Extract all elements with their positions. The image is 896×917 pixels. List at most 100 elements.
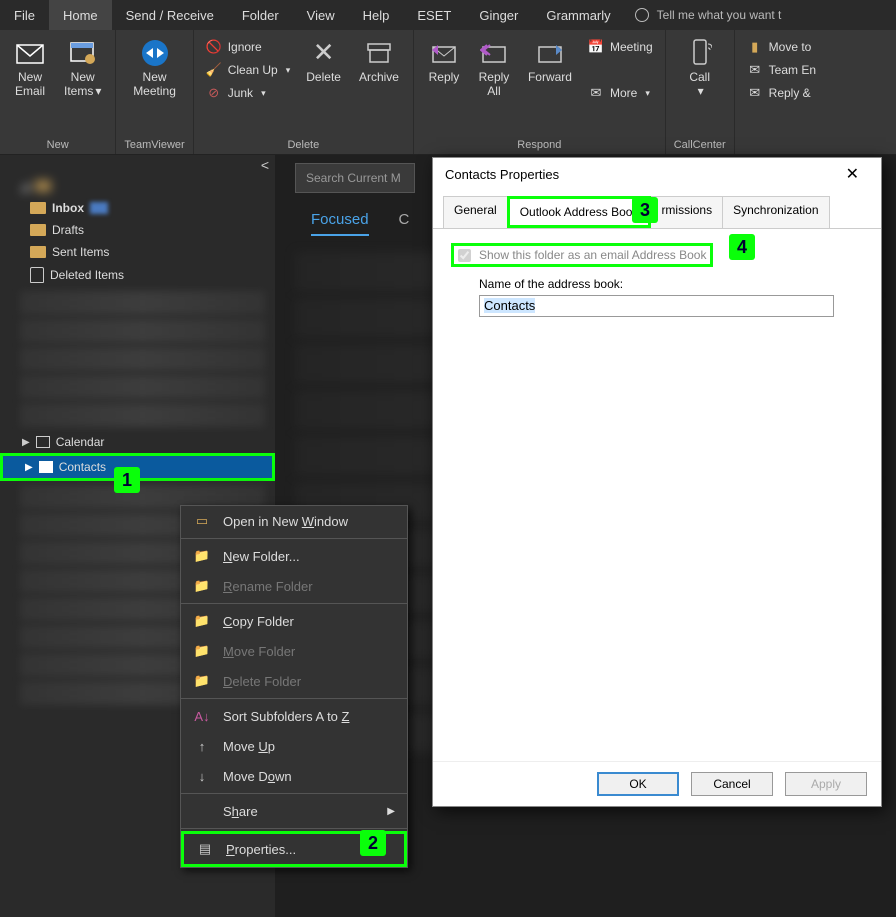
new-items-icon bbox=[67, 39, 99, 67]
tab-help[interactable]: Help bbox=[349, 0, 404, 30]
copy-icon: 📁 bbox=[193, 613, 211, 629]
call-button[interactable]: Call▾ bbox=[678, 35, 722, 103]
tab-ginger[interactable]: Ginger bbox=[465, 0, 532, 30]
menu-move-folder: 📁Move Folder bbox=[181, 636, 407, 666]
ignore-button[interactable]: 🚫Ignore bbox=[202, 37, 295, 57]
delete-folder-icon: 📁 bbox=[193, 673, 211, 689]
archive-button[interactable]: Archive bbox=[353, 35, 405, 88]
tab-focused[interactable]: Focused bbox=[311, 211, 369, 236]
menu-rename-folder: 📁Rename Folder bbox=[181, 571, 407, 601]
forward-button[interactable]: Forward bbox=[522, 35, 578, 88]
folder-deleted[interactable]: Deleted Items bbox=[0, 263, 275, 287]
menu-delete-folder: 📁Delete Folder bbox=[181, 666, 407, 696]
cancel-button[interactable]: Cancel bbox=[691, 772, 773, 796]
delete-button[interactable]: ✕ Delete bbox=[300, 35, 347, 88]
group-label-respond: Respond bbox=[517, 136, 561, 154]
delete-icon: ✕ bbox=[308, 39, 340, 67]
team-email-button[interactable]: ✉Team En bbox=[743, 60, 820, 80]
archive-icon bbox=[363, 39, 395, 67]
collapse-pane-icon[interactable]: < bbox=[261, 157, 269, 173]
move-to-button[interactable]: ▮Move to bbox=[743, 37, 820, 57]
reply-button[interactable]: Reply bbox=[422, 35, 466, 88]
properties-icon: ▤ bbox=[196, 841, 214, 857]
show-as-address-book-checkbox[interactable]: Show this folder as an email Address Boo… bbox=[451, 243, 713, 267]
junk-button[interactable]: ⊘Junk▾ bbox=[202, 83, 295, 103]
ribbon-group-new: New Email New Items▾ New bbox=[0, 30, 116, 154]
menu-open-new-window[interactable]: ▭Open in New Window bbox=[181, 506, 407, 536]
dialog-tab-outlook-address-book[interactable]: Outlook Address Book bbox=[507, 196, 652, 228]
group-label-teamviewer: TeamViewer bbox=[124, 136, 184, 154]
annotation-badge-2: 2 bbox=[360, 830, 386, 856]
dialog-tab-general[interactable]: General bbox=[443, 196, 508, 228]
new-items-button[interactable]: New Items▾ bbox=[58, 35, 107, 103]
group-label-delete: Delete bbox=[287, 136, 319, 154]
account-header[interactable]: ◢ bbox=[0, 175, 275, 197]
meeting-button[interactable]: 📅Meeting bbox=[584, 37, 657, 57]
folder-calendar[interactable]: ▶Calendar bbox=[0, 431, 275, 453]
new-meeting-button[interactable]: New Meeting bbox=[127, 35, 182, 103]
envelope-icon bbox=[14, 39, 46, 67]
group-label-new: New bbox=[47, 136, 69, 154]
tab-send-receive[interactable]: Send / Receive bbox=[112, 0, 228, 30]
reply-all-button[interactable]: Reply All bbox=[472, 35, 516, 103]
calendar-icon bbox=[36, 436, 50, 448]
annotation-badge-3: 3 bbox=[632, 197, 658, 223]
ok-button[interactable]: OK bbox=[597, 772, 679, 796]
more-respond-button[interactable]: ✉More▾ bbox=[584, 83, 657, 103]
ribbon-group-callcenter: Call▾ CallCenter bbox=[666, 30, 735, 154]
tab-file[interactable]: File bbox=[0, 0, 49, 30]
checkbox-input[interactable] bbox=[458, 249, 471, 262]
folder-drafts[interactable]: Drafts bbox=[0, 219, 275, 241]
more-icon: ✉ bbox=[588, 85, 604, 101]
tell-me-search[interactable]: Tell me what you want t bbox=[635, 8, 782, 22]
folder-inbox[interactable]: Inbox bbox=[0, 197, 275, 219]
apply-button[interactable]: Apply bbox=[785, 772, 867, 796]
tab-eset[interactable]: ESET bbox=[403, 0, 465, 30]
reply-delete-button[interactable]: ✉Reply & bbox=[743, 83, 820, 103]
annotation-badge-1: 1 bbox=[114, 467, 140, 493]
tab-home[interactable]: Home bbox=[49, 0, 112, 30]
menu-new-folder[interactable]: 📁New Folder... bbox=[181, 541, 407, 571]
folder-sent[interactable]: Sent Items bbox=[0, 241, 275, 263]
lightbulb-icon bbox=[635, 8, 649, 22]
dialog-tab-synchronization[interactable]: Synchronization bbox=[722, 196, 829, 228]
menu-move-down[interactable]: ↓Move Down bbox=[181, 761, 407, 791]
forward-icon bbox=[534, 39, 566, 67]
reply-icon bbox=[428, 39, 460, 67]
ribbon-group-teamviewer: New Meeting TeamViewer bbox=[116, 30, 193, 154]
contacts-icon bbox=[39, 461, 53, 473]
menu-move-up[interactable]: ↑Move Up bbox=[181, 731, 407, 761]
group-label-callcenter: CallCenter bbox=[674, 136, 726, 154]
tell-me-label: Tell me what you want t bbox=[657, 8, 782, 22]
ribbon-group-move: ▮Move to ✉Team En ✉Reply & bbox=[735, 30, 828, 154]
search-input[interactable]: Search Current M bbox=[295, 163, 415, 193]
envelope-small-icon: ✉ bbox=[747, 62, 763, 78]
new-email-button[interactable]: New Email bbox=[8, 35, 52, 103]
meeting-icon: 📅 bbox=[588, 39, 604, 55]
ribbon: New Email New Items▾ New New Meeting Tea… bbox=[0, 30, 896, 155]
dialog-tab-permissions[interactable]: rmissions bbox=[650, 196, 723, 228]
folder-new-icon: 📁 bbox=[193, 548, 211, 564]
checkbox-label: Show this folder as an email Address Boo… bbox=[479, 248, 706, 262]
reply-all-icon bbox=[478, 39, 510, 67]
tab-other[interactable]: C bbox=[399, 211, 410, 236]
cleanup-button[interactable]: 🧹Clean Up▾ bbox=[202, 60, 295, 80]
dropdown-caret-icon: ▾ bbox=[95, 84, 101, 98]
tab-view[interactable]: View bbox=[293, 0, 349, 30]
move-folder-icon: 📁 bbox=[193, 643, 211, 659]
tab-grammarly[interactable]: Grammarly bbox=[532, 0, 624, 30]
down-arrow-icon: ↓ bbox=[193, 768, 211, 784]
menu-copy-folder[interactable]: 📁Copy Folder bbox=[181, 606, 407, 636]
annotation-badge-4: 4 bbox=[729, 234, 755, 260]
address-book-name-input[interactable]: Contacts bbox=[479, 295, 834, 317]
reply-delete-icon: ✉ bbox=[747, 85, 763, 101]
folder-context-menu: ▭Open in New Window 📁New Folder... 📁Rena… bbox=[180, 505, 408, 868]
teamviewer-icon bbox=[139, 39, 171, 67]
close-button[interactable]: ✕ bbox=[836, 160, 869, 188]
phone-icon bbox=[684, 39, 716, 67]
menu-share[interactable]: Share▶ bbox=[181, 796, 407, 826]
menu-sort-subfolders[interactable]: A↓Sort Subfolders A to Z bbox=[181, 701, 407, 731]
trash-icon bbox=[30, 267, 44, 283]
tab-folder[interactable]: Folder bbox=[228, 0, 293, 30]
submenu-arrow-icon: ▶ bbox=[387, 806, 395, 817]
